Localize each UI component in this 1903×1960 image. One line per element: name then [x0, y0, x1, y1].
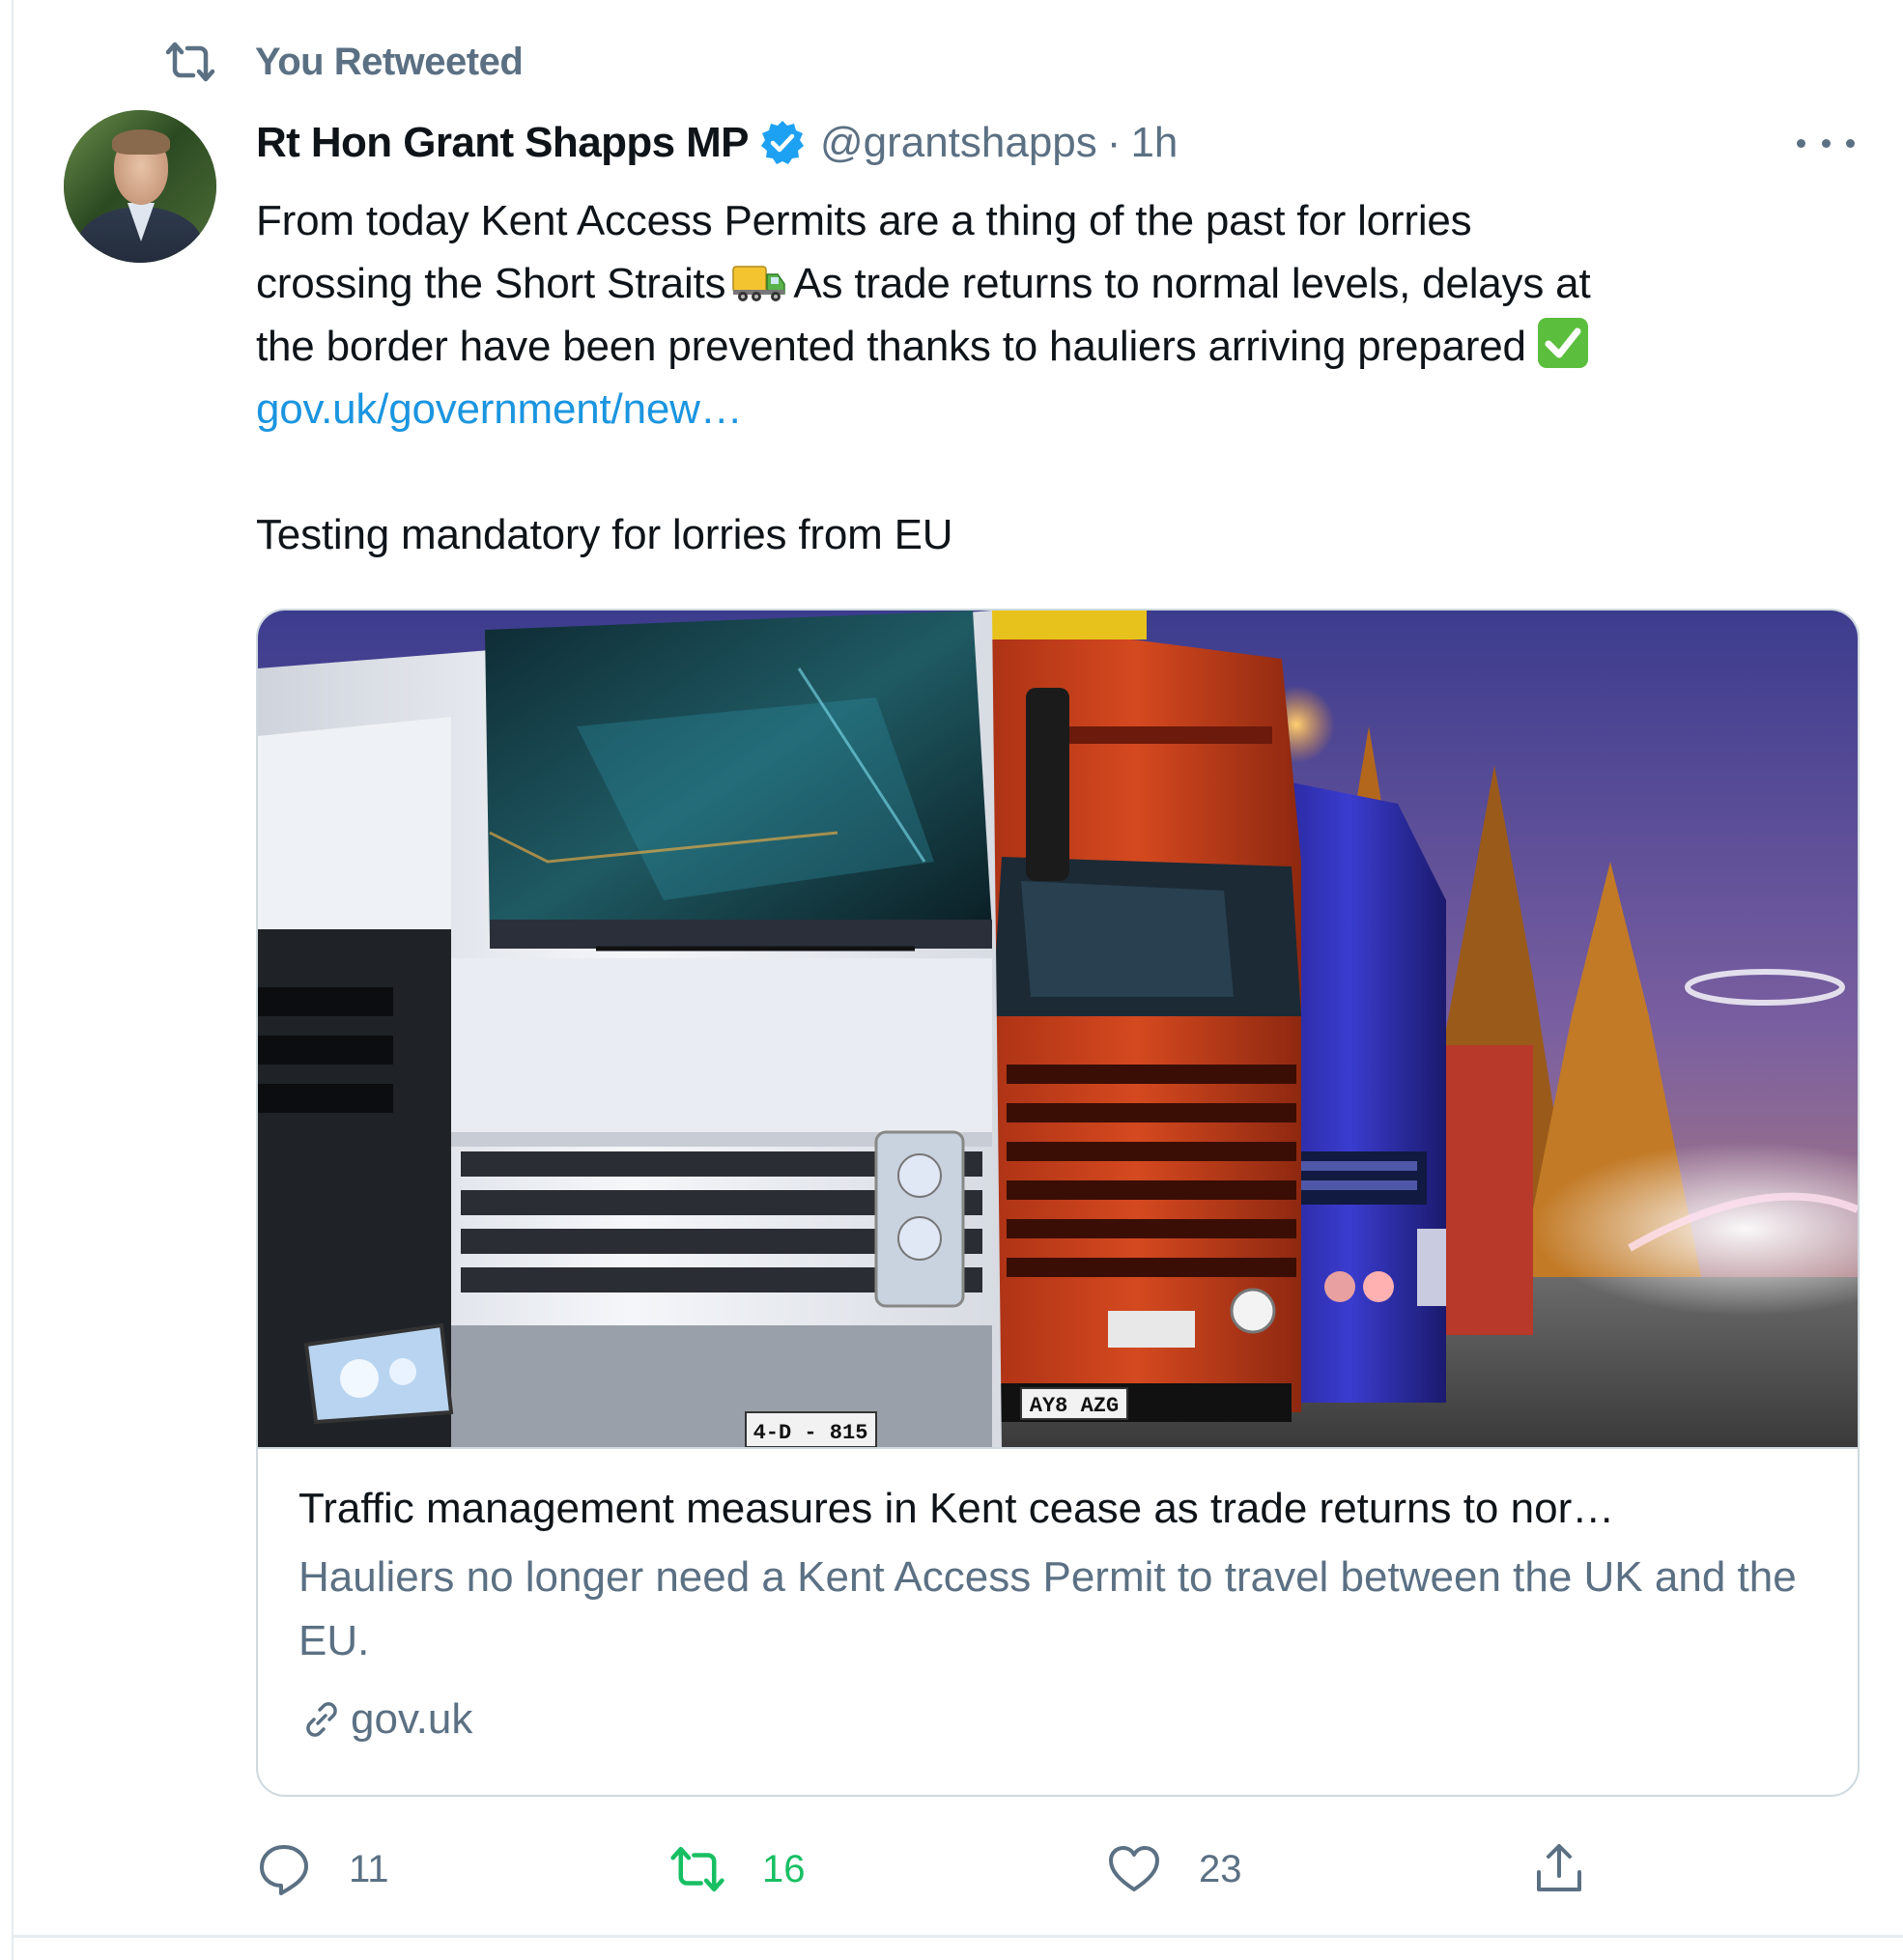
retweet-icon: [164, 41, 216, 83]
timeline-left-border: [12, 0, 14, 1960]
retweet-count: 16: [762, 1847, 806, 1890]
more-options-icon[interactable]: [1797, 124, 1855, 162]
tweet-text-fragment: crossing the Short Straits: [256, 260, 726, 307]
tweet-text-fragment: the border have been prevented thanks to…: [256, 323, 1526, 370]
tweet-bottom-border: [12, 1935, 1903, 1938]
tweet-actions: 11 16 23: [256, 1835, 1608, 1903]
delivery-truck-emoji-icon: [731, 258, 787, 301]
tweet-timestamp[interactable]: 1h: [1130, 119, 1178, 167]
header-separator: ·: [1106, 119, 1122, 166]
tweet-text-line: From today Kent Access Permits are a thi…: [256, 197, 1472, 244]
share-button[interactable]: [1531, 1835, 1587, 1903]
reply-icon: [256, 1841, 312, 1897]
like-count: 23: [1199, 1847, 1242, 1890]
reply-count: 11: [349, 1847, 389, 1890]
author-handle[interactable]: @grantshapps: [820, 119, 1097, 167]
tweet-text-fragment: As trade returns to normal levels, delay…: [793, 260, 1591, 307]
reply-button[interactable]: 11: [256, 1835, 389, 1903]
heart-icon: [1106, 1841, 1162, 1897]
tweet-header: Rt Hon Grant Shapps MP @grantshapps · 1h: [256, 114, 1178, 172]
like-button[interactable]: 23: [1106, 1835, 1242, 1903]
verified-badge-icon: [758, 119, 807, 167]
retweet-button[interactable]: 16: [669, 1835, 806, 1903]
retweet-icon: [669, 1841, 725, 1897]
card-title: Traffic management measures in Kent ceas…: [298, 1485, 1615, 1532]
check-mark-emoji-icon: [1536, 316, 1590, 370]
license-plate: 4-D - 815: [753, 1421, 868, 1445]
tweet-link[interactable]: gov.uk/government/new…: [256, 378, 1860, 440]
tweet-text: From today Kent Access Permits are a thi…: [256, 189, 1860, 566]
tweet-text-line: Testing mandatory for lorries from EU: [256, 511, 953, 558]
author-name[interactable]: Rt Hon Grant Shapps MP: [256, 119, 750, 167]
license-plate: AY8 AZG: [1030, 1394, 1119, 1418]
lorries-photo[interactable]: AY8 AZG 4-D - 815: [258, 611, 1858, 1449]
social-context[interactable]: You Retweeted: [164, 35, 524, 89]
link-preview-card[interactable]: AY8 AZG 4-D - 815 Traffic management mea…: [256, 609, 1860, 1797]
card-domain-text: gov.uk: [351, 1695, 473, 1743]
card-domain: gov.uk: [298, 1690, 472, 1748]
tweet-text-line: crossing the Short Straits As trade retu…: [256, 252, 1860, 315]
social-context-label: You Retweeted: [255, 40, 524, 83]
tweet-text-line: the border have been prevented thanks to…: [256, 315, 1860, 378]
share-icon: [1531, 1841, 1587, 1897]
avatar[interactable]: [64, 110, 216, 263]
card-description: Hauliers no longer need a Kent Access Pe…: [298, 1553, 1797, 1664]
link-icon: [298, 1696, 345, 1743]
